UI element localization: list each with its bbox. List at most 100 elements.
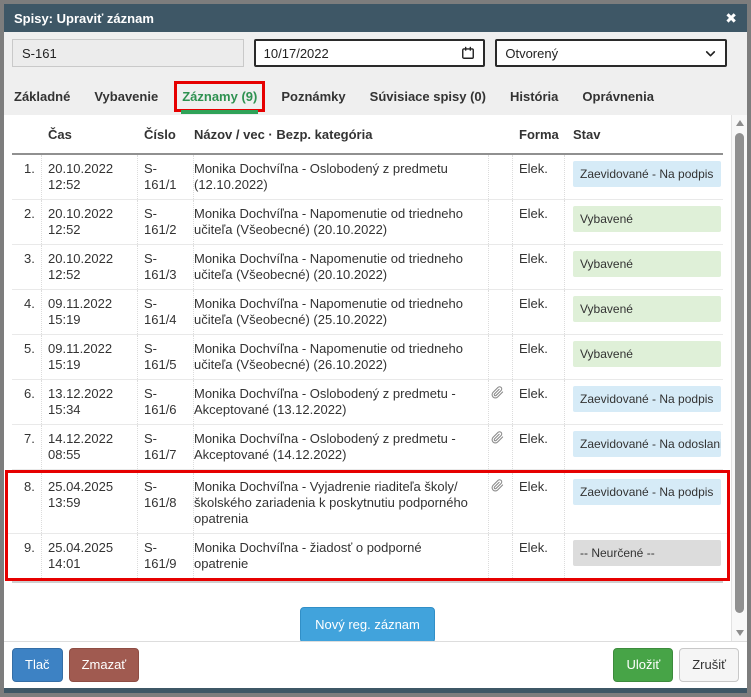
tab-vybavenie[interactable]: Vybavenie bbox=[94, 84, 158, 115]
row-record-number: S-161/1 bbox=[138, 155, 194, 199]
row-record-number: S-161/3 bbox=[138, 245, 194, 289]
row-number: 5. bbox=[12, 335, 42, 379]
status-badge: Zaevidované - Na podpis bbox=[573, 479, 721, 505]
row-time: 20.10.2022 12:52 bbox=[42, 200, 138, 244]
date-input[interactable]: 10/17/2022 bbox=[254, 39, 486, 67]
tab-zakladne[interactable]: Základné bbox=[14, 84, 70, 115]
status-badge: -- Neurčené -- bbox=[573, 540, 721, 566]
row-record-number: S-161/8 bbox=[138, 473, 194, 533]
row-forma: Elek. bbox=[513, 290, 565, 334]
status-badge: Vybavené bbox=[573, 296, 721, 322]
records-panel: Čas Číslo Názov / vec · Bezp. kategória … bbox=[4, 115, 731, 641]
print-button[interactable]: Tlač bbox=[12, 648, 63, 682]
row-number: 1. bbox=[12, 155, 42, 199]
table-row[interactable]: 9. 25.04.2025 14:01 S-161/9 Monika Dochv… bbox=[8, 534, 727, 578]
row-number: 4. bbox=[12, 290, 42, 334]
status-badge: Zaevidované - Na odoslanie bbox=[573, 431, 721, 457]
tab-label: Vybavenie bbox=[94, 89, 158, 104]
header-number: Číslo bbox=[138, 121, 194, 148]
status-select[interactable]: Otvorený bbox=[495, 39, 727, 67]
row-record-number: S-161/6 bbox=[138, 380, 194, 424]
tab-label: História bbox=[510, 89, 558, 104]
cancel-button[interactable]: Zrušiť bbox=[679, 648, 739, 682]
status-badge: Zaevidované - Na podpis bbox=[573, 161, 721, 187]
delete-button[interactable]: Zmazať bbox=[69, 648, 140, 682]
dialog-titlebar: Spisy: Upraviť záznam ✖ bbox=[4, 4, 747, 32]
tab-opravnenia[interactable]: Oprávnenia bbox=[582, 84, 654, 115]
row-name: Monika Dochvíľna - Napomenutie od triedn… bbox=[194, 335, 489, 379]
record-number-input[interactable] bbox=[12, 39, 244, 67]
table-row[interactable]: 6. 13.12.2022 15:34 S-161/6 Monika Dochv… bbox=[12, 380, 723, 425]
tab-bar: Základné Vybavenie Záznamy (9) Poznámky … bbox=[4, 74, 747, 115]
header-attachment bbox=[489, 121, 513, 148]
tab-label: Záznamy (9) bbox=[182, 89, 257, 104]
row-forma: Elek. bbox=[513, 335, 565, 379]
dialog-edit-record: Spisy: Upraviť záznam ✖ 10/17/2022 Otvor… bbox=[0, 0, 751, 697]
table-row[interactable]: 4. 09.11.2022 15:19 S-161/4 Monika Dochv… bbox=[12, 290, 723, 335]
paperclip-icon bbox=[491, 431, 504, 444]
save-button[interactable]: Uložiť bbox=[613, 648, 673, 682]
tab-label: Oprávnenia bbox=[582, 89, 654, 104]
status-badge: Vybavené bbox=[573, 206, 721, 232]
row-name: Monika Dochvíľna - Napomenutie od triedn… bbox=[194, 290, 489, 334]
row-name: Monika Dochvíľna - Oslobodený z predmetu… bbox=[194, 425, 489, 469]
row-time: 13.12.2022 15:34 bbox=[42, 380, 138, 424]
scrollbar-track[interactable] bbox=[732, 131, 747, 625]
dialog-bottom-strip bbox=[4, 688, 747, 693]
row-forma: Elek. bbox=[513, 534, 565, 578]
header-status: Stav bbox=[565, 121, 723, 148]
tab-zaznamy-9[interactable]: Záznamy (9) bbox=[182, 84, 257, 115]
row-record-number: S-161/7 bbox=[138, 425, 194, 469]
close-icon[interactable]: ✖ bbox=[725, 11, 737, 25]
table-row[interactable]: 5. 09.11.2022 15:19 S-161/5 Monika Dochv… bbox=[12, 335, 723, 380]
row-time: 20.10.2022 12:52 bbox=[42, 245, 138, 289]
table-row[interactable]: 1. 20.10.2022 12:52 S-161/1 Monika Dochv… bbox=[12, 155, 723, 200]
table-bottom-border bbox=[12, 581, 723, 583]
calendar-icon bbox=[461, 46, 475, 60]
header-time: Čas bbox=[42, 121, 138, 148]
row-time: 09.11.2022 15:19 bbox=[42, 290, 138, 334]
scroll-up-arrow[interactable] bbox=[732, 115, 747, 131]
controls-row: 10/17/2022 Otvorený bbox=[4, 32, 747, 74]
row-number: 7. bbox=[12, 425, 42, 469]
tab-historia[interactable]: História bbox=[510, 84, 558, 115]
dialog-footer: Tlač Zmazať Uložiť Zrušiť bbox=[4, 641, 747, 688]
row-name: Monika Dochvíľna - Vyjadrenie riaditeľa … bbox=[194, 473, 489, 533]
table-row[interactable]: 8. 25.04.2025 13:59 S-161/8 Monika Dochv… bbox=[8, 473, 727, 534]
row-forma: Elek. bbox=[513, 380, 565, 424]
tab-suvisiace-spisy-0[interactable]: Súvisiace spisy (0) bbox=[370, 84, 486, 115]
row-time: 09.11.2022 15:19 bbox=[42, 335, 138, 379]
date-value: 10/17/2022 bbox=[264, 46, 329, 61]
row-name: Monika Dochvíľna - Oslobodený z predmetu… bbox=[194, 155, 489, 199]
annotation-box-rows: 8. 25.04.2025 13:59 S-161/8 Monika Dochv… bbox=[5, 470, 730, 581]
table-row[interactable]: 7. 14.12.2022 08:55 S-161/7 Monika Dochv… bbox=[12, 425, 723, 470]
new-record-button[interactable]: Nový reg. záznam bbox=[300, 607, 435, 643]
tab-label: Poznámky bbox=[281, 89, 345, 104]
paperclip-icon bbox=[491, 386, 504, 399]
row-record-number: S-161/5 bbox=[138, 335, 194, 379]
chevron-down-icon bbox=[704, 47, 717, 60]
row-time: 14.12.2022 08:55 bbox=[42, 425, 138, 469]
row-forma: Elek. bbox=[513, 425, 565, 469]
tab-poznamky[interactable]: Poznámky bbox=[281, 84, 345, 115]
scrollbar-thumb[interactable] bbox=[735, 133, 744, 613]
row-number: 8. bbox=[12, 473, 42, 533]
tab-content: Čas Číslo Názov / vec · Bezp. kategória … bbox=[4, 115, 747, 641]
scroll-down-arrow[interactable] bbox=[732, 625, 747, 641]
row-number: 3. bbox=[12, 245, 42, 289]
row-record-number: S-161/4 bbox=[138, 290, 194, 334]
table-row[interactable]: 2. 20.10.2022 12:52 S-161/2 Monika Dochv… bbox=[12, 200, 723, 245]
tab-label: Základné bbox=[14, 89, 70, 104]
status-select-value: Otvorený bbox=[505, 46, 558, 61]
table-header-row: Čas Číslo Názov / vec · Bezp. kategória … bbox=[12, 115, 723, 155]
row-record-number: S-161/2 bbox=[138, 200, 194, 244]
paperclip-icon bbox=[491, 479, 504, 492]
row-name: Monika Dochvíľna - žiadosť o podporné op… bbox=[194, 534, 489, 578]
row-forma: Elek. bbox=[513, 245, 565, 289]
row-number: 9. bbox=[12, 534, 42, 578]
vertical-scrollbar[interactable] bbox=[731, 115, 747, 641]
row-name: Monika Dochvíľna - Napomenutie od triedn… bbox=[194, 245, 489, 289]
table-row[interactable]: 3. 20.10.2022 12:52 S-161/3 Monika Dochv… bbox=[12, 245, 723, 290]
row-time: 25.04.2025 14:01 bbox=[42, 534, 138, 578]
row-number: 6. bbox=[12, 380, 42, 424]
